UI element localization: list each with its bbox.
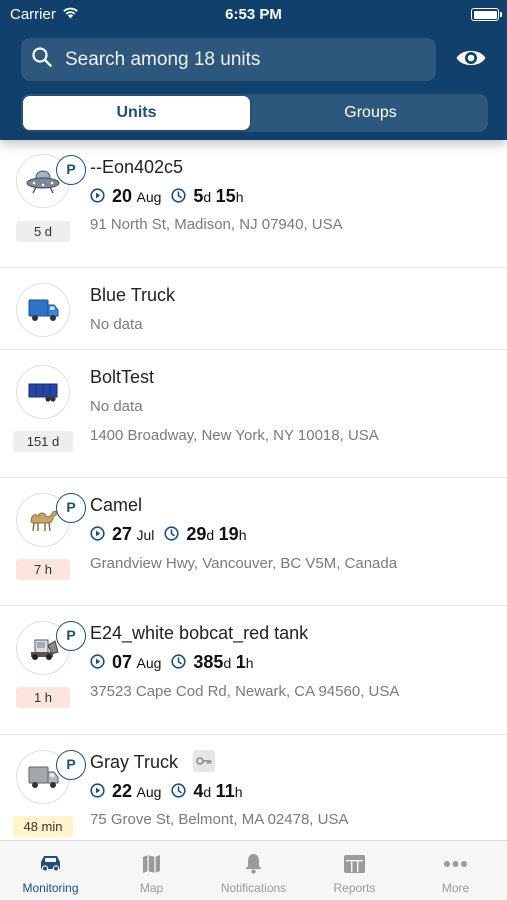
more-icon [443,853,468,875]
bottom-tab-bar: Monitoring Map Notifications Reports Mor… [0,840,507,900]
units-groups-segmented-control: Units Groups [21,94,488,132]
unit-name: BoltTest [90,367,155,387]
duration-hours: 15 [215,186,236,206]
battery-icon [471,8,502,21]
trailer-icon [16,365,70,419]
bell-icon [241,853,266,875]
duration-hours-unit: h [238,527,247,543]
last-message-age-badge: 1 h [16,687,70,708]
search-icon [21,46,53,73]
duration-days-unit: d [206,527,215,543]
parking-badge: P [56,155,86,185]
search-bar[interactable] [21,38,436,81]
play-circle-icon [90,188,105,203]
car-icon [38,853,63,875]
duration-hours: 19 [218,524,239,544]
parking-badge: P [56,493,86,523]
unit-name: E24_white bobcat_red tank [90,623,309,643]
tab-label: Monitoring [22,881,79,895]
duration-days-unit: d [203,189,212,205]
duration-days: 4 [193,781,204,801]
header: Carrier 6:53 PM Units Groups [0,0,507,140]
unit-address: 91 North St, Madison, NJ 07940, USA [90,216,343,233]
status-bar: Carrier 6:53 PM [0,0,507,30]
parking-badge: P [56,621,86,651]
date-day: 20 [112,186,133,206]
unit-name: Gray Truck [90,752,179,772]
tab-groups[interactable]: Groups [257,96,484,130]
duration-hours: 1 [235,652,246,672]
date-month: Aug [136,189,162,205]
map-icon [139,853,164,875]
unit-row[interactable]: P 7 h Camel 27 Jul 29 d 19 h Grandview Hwy… [0,478,507,606]
parking-badge: P [56,750,86,780]
date-month: Aug [136,784,162,800]
key-icon [193,750,215,772]
tab-reports[interactable]: Reports [304,841,405,900]
unit-address: 1400 Broadway, New York, NY 10018, USA [90,427,379,444]
trip-info: 07 Aug 385 d 1h [90,652,254,673]
unit-status: No data [90,398,143,415]
tab-more[interactable]: More [405,841,506,900]
trip-info: 20 Aug 5d 15 h [90,186,244,207]
duration-days: 29 [186,524,207,544]
duration-hours-unit: h [235,189,244,205]
tab-label: More [441,881,470,895]
app: Carrier 6:53 PM Units Groups [0,0,507,900]
last-message-age-badge: 7 h [16,559,70,580]
play-circle-icon [90,654,105,669]
unit-row[interactable]: P 5 d --Eon402c5 20 Aug 5d 15 h 91 North … [0,140,507,268]
tab-label: Reports [333,881,376,895]
duration-days: 385 [193,652,224,672]
last-message-age-badge: 5 d [16,221,70,242]
date-month: Aug [136,655,162,671]
tab-label: Notifications [220,881,287,895]
units-list: P 5 d --Eon402c5 20 Aug 5d 15 h 91 North … [0,140,507,840]
tab-monitoring[interactable]: Monitoring [0,841,101,900]
reports-icon [342,853,367,875]
unit-row[interactable]: P 1 h E24_white bobcat_red tank 07 Aug 3… [0,606,507,735]
tab-units[interactable]: Units [23,96,250,130]
unit-row[interactable]: 151 d BoltTest No data 1400 Broadway, Ne… [0,350,507,478]
duration-hours-unit: h [234,784,243,800]
search-input[interactable] [65,48,405,71]
play-circle-icon [90,526,105,541]
unit-address: 37523 Cape Cod Rd, Newark, CA 94560, USA [90,683,400,700]
trip-info: 22 Aug 4d 11 h [90,781,243,802]
date-day: 27 [112,524,133,544]
eye-icon [455,47,487,74]
play-circle-icon [90,783,105,798]
duration-hours: 11 [215,781,235,801]
duration-days-unit: d [223,655,232,671]
tab-map[interactable]: Map [101,841,202,900]
date-day: 07 [112,652,133,672]
unit-name: Camel [90,495,143,515]
unit-name: --Eon402c5 [90,157,184,177]
duration-days: 5 [193,186,204,206]
unit-row[interactable]: P 48 min Gray Truck 22 Aug 4d 11 h 75 Gro… [0,735,507,840]
last-message-age-badge: 48 min [13,816,73,837]
last-message-age-badge: 151 d [13,431,73,452]
date-month: Jul [136,527,155,543]
unit-status: No data [90,316,143,333]
unit-name: Blue Truck [90,285,176,305]
duration-days-unit: d [203,784,212,800]
trip-info: 27 Jul 29 d 19 h [90,524,247,545]
clock-icon [171,783,187,798]
duration-hours-unit: h [245,655,254,671]
blue-truck-icon [16,283,70,337]
date-day: 22 [112,781,133,801]
clock: 6:53 PM [225,6,282,23]
unit-address: Grandview Hwy, Vancouver, BC V5M, Canada [90,555,398,572]
visibility-toggle-button[interactable] [453,43,489,77]
clock-icon [171,654,187,669]
clock-icon [171,188,187,203]
unit-row[interactable]: Blue Truck No data [0,268,507,350]
tab-label: Map [139,881,164,895]
clock-icon [164,526,179,541]
unit-address: 75 Grove St, Belmont, MA 02478, USA [90,811,349,828]
tab-notifications[interactable]: Notifications [203,841,304,900]
